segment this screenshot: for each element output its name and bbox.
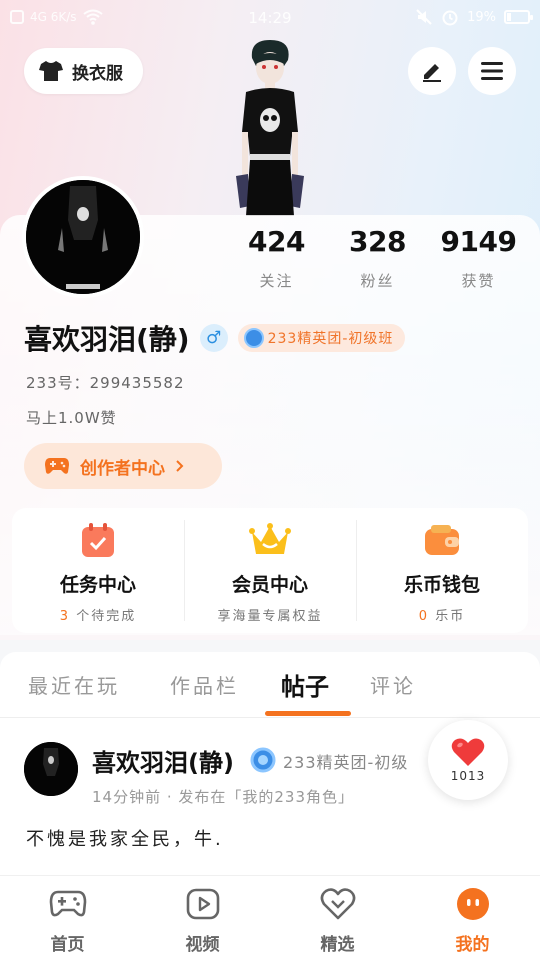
battery-icon [504, 10, 533, 24]
member-center-subtitle: 享海量专属权益 [217, 609, 323, 624]
post-text[interactable]: 不愧是我家全民，牛. [26, 825, 224, 851]
nav-mine[interactable]: 我的 [405, 876, 540, 960]
creator-center-button[interactable]: 创作者中心 [24, 443, 222, 489]
avatar-silhouette [26, 180, 140, 294]
post-meta: 14分钟前 · 发布在「我的233角色」 [92, 788, 355, 806]
heart-badge-icon [318, 886, 358, 922]
guild-medal-icon [250, 747, 276, 773]
chevron-right-icon [176, 460, 184, 472]
profile-face-icon [453, 886, 493, 922]
shirt-icon [39, 61, 63, 81]
menu-button[interactable] [468, 47, 516, 95]
nav-home-label: 首页 [50, 935, 85, 955]
profile-avatar[interactable] [22, 176, 144, 298]
change-outfit-label: 换衣服 [72, 63, 123, 84]
nav-video-label: 视频 [185, 935, 220, 955]
member-center-title: 会员中心 [231, 574, 308, 596]
pencil-icon [423, 64, 441, 82]
task-center-subtitle: 3 个待完成 [12, 605, 184, 624]
guild-badge-label: 233精英团-初级班 [267, 331, 394, 347]
nav-video[interactable]: 视频 [135, 876, 270, 960]
nav-featured[interactable]: 精选 [270, 876, 405, 960]
stat-likes-value: 9149 [440, 225, 517, 258]
feature-cards: 任务中心 3 个待完成 会员中心 享海量专属权益 乐币钱包 0 乐币 [12, 508, 528, 633]
wallet-title: 乐币钱包 [403, 574, 480, 596]
gender-male-icon: ♂ [199, 324, 228, 352]
post-author-avatar[interactable] [24, 742, 78, 796]
edit-profile-button[interactable] [408, 47, 456, 95]
stat-likes[interactable]: 9149 获赞 [428, 228, 529, 291]
avatar-character-illustration [236, 40, 304, 216]
task-center-title: 任务中心 [59, 574, 136, 596]
calendar-check-icon [12, 520, 184, 560]
tab-comments[interactable]: 评论 [370, 670, 416, 699]
stat-following-label: 关注 [259, 272, 294, 290]
stat-following[interactable]: 424 关注 [226, 228, 327, 291]
stat-followers-value: 328 [349, 225, 406, 258]
task-center-sub-text: 个待完成 [76, 609, 137, 624]
member-center-card[interactable]: 会员中心 享海量专属权益 [184, 508, 356, 633]
mute-icon [416, 9, 432, 25]
hamburger-icon [481, 62, 503, 80]
crown-icon [184, 520, 356, 560]
like-count: 1013 [450, 769, 486, 783]
nav-featured-label: 精选 [320, 935, 355, 955]
name-row: 喜欢羽泪(静) ♂ 233精英团-初级班 [24, 318, 406, 358]
tab-works[interactable]: 作品栏 [170, 670, 239, 699]
profile-tabs: 最近在玩 作品栏 帖子 评论 [0, 652, 540, 718]
task-count: 3 [59, 609, 71, 624]
wallet-icon [356, 520, 528, 560]
nav-mine-label: 我的 [455, 935, 490, 955]
gamepad-icon [45, 458, 69, 474]
wallet-subtitle: 0 乐币 [356, 605, 528, 624]
profile-stats: 424 关注 328 粉丝 9149 获赞 [226, 228, 540, 291]
alarm-icon [442, 10, 458, 26]
battery-percent: 19% [467, 9, 496, 25]
avatar-image [26, 180, 140, 294]
status-right: 19% [415, 8, 533, 26]
creator-center-label: 创作者中心 [80, 458, 165, 479]
guild-badge[interactable]: 233精英团-初级班 [237, 324, 406, 352]
stat-likes-label: 获赞 [461, 272, 496, 290]
post-author-name[interactable]: 喜欢羽泪(静) [92, 743, 234, 778]
change-outfit-button[interactable]: 换衣服 [24, 48, 143, 94]
stat-following-value: 424 [248, 225, 305, 258]
heart-icon [451, 738, 485, 766]
wallet-card[interactable]: 乐币钱包 0 乐币 [356, 508, 528, 633]
nav-home[interactable]: 首页 [0, 876, 135, 960]
play-icon [183, 886, 223, 922]
gamepad-icon [48, 886, 88, 922]
stat-followers[interactable]: 328 粉丝 [327, 228, 428, 291]
bottom-nav: 首页 视频 精选 我的 [0, 875, 540, 960]
task-center-card[interactable]: 任务中心 3 个待完成 [12, 508, 184, 633]
status-bar: 4G 6K/s 14:29 19% [0, 0, 540, 36]
likes-milestone-hint: 马上1.0W赞 [26, 409, 117, 427]
guild-medal-icon [243, 328, 264, 348]
wallet-sub-text: 乐币 [435, 609, 466, 624]
username: 喜欢羽泪(静) [24, 323, 190, 356]
post-author-badge: 233精英团-初级 [283, 753, 409, 772]
user-id: 233号：299435582 [26, 374, 185, 392]
tab-posts[interactable]: 帖子 [281, 667, 329, 702]
tab-recently-played[interactable]: 最近在玩 [28, 670, 120, 699]
active-tab-indicator [265, 711, 351, 716]
stat-followers-label: 粉丝 [360, 272, 395, 290]
like-float-button[interactable]: 1013 [428, 720, 508, 800]
coin-balance: 0 [418, 609, 430, 624]
